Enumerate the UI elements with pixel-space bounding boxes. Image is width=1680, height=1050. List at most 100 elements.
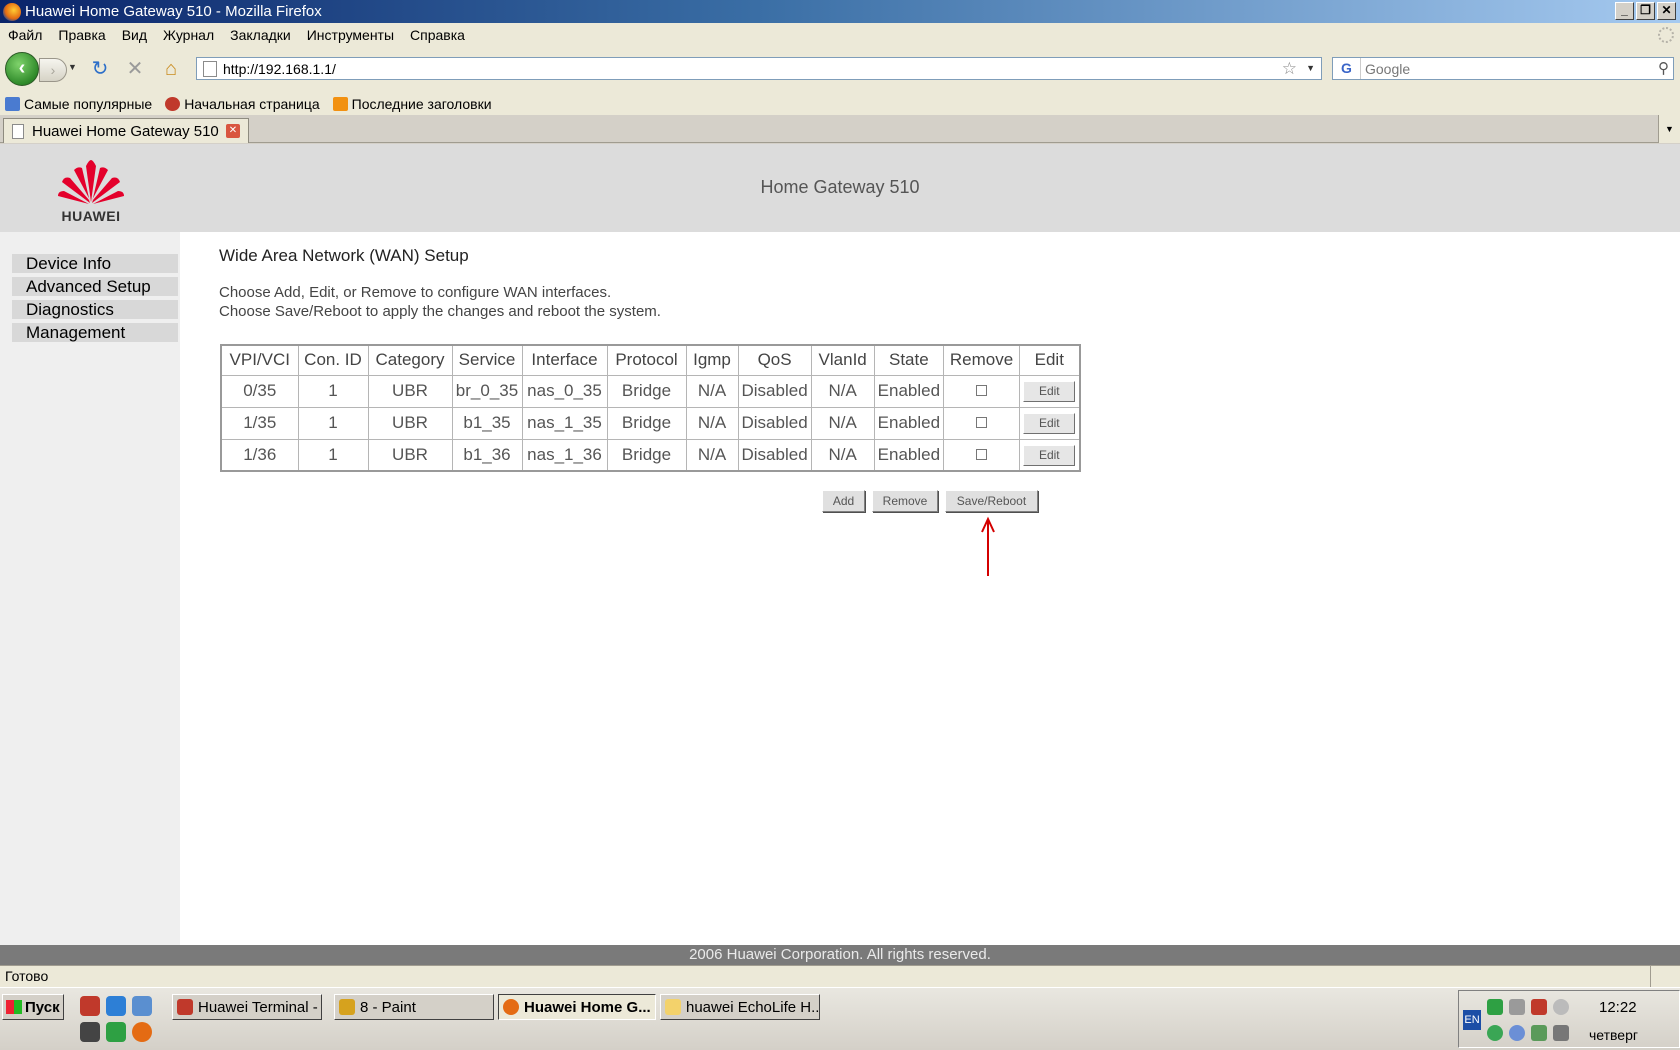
firefox-quicklaunch-icon[interactable] (132, 1022, 152, 1042)
window-controls: _ ❐ ✕ (1615, 2, 1676, 20)
url-text[interactable]: http://192.168.1.1/ (223, 61, 336, 77)
minimize-icon[interactable]: _ (1615, 2, 1634, 20)
column-header: QoS (737, 344, 812, 376)
clock-tray-icon[interactable] (1553, 999, 1569, 1015)
column-header: State (873, 344, 945, 376)
column-header: VPI/VCI (220, 344, 299, 376)
taskbar-item-firefox[interactable]: Huawei Home G... (498, 994, 656, 1020)
bookmark-latest-headlines[interactable]: Последние заголовки (332, 96, 492, 112)
terminal-quicklaunch-icon[interactable] (80, 1022, 100, 1042)
instruction-line: Choose Save/Reboot to apply the changes … (219, 303, 661, 320)
cell-vlan-id: N/A (810, 406, 875, 440)
cell-edit: Edit (1019, 406, 1081, 440)
volume-icon[interactable] (1509, 999, 1525, 1015)
cell-protocol: Bridge (606, 374, 687, 408)
windows-taskbar: Пуск Huawei Terminal - ... 8 - Paint Hua… (0, 987, 1680, 1050)
cell-category: UBR (367, 374, 453, 408)
add-button[interactable]: Add (822, 490, 865, 512)
remove-button[interactable]: Remove (872, 490, 938, 512)
sidebar-item-diagnostics[interactable]: Diagnostics (12, 300, 178, 319)
menu-history[interactable]: Журнал (155, 27, 222, 43)
menu-tools[interactable]: Инструменты (299, 27, 402, 43)
close-icon[interactable]: ✕ (1657, 2, 1676, 20)
search-icon[interactable]: ⚲ (1658, 59, 1669, 77)
language-indicator[interactable]: EN (1463, 1010, 1481, 1030)
cell-state: Enabled (873, 438, 945, 472)
menu-view[interactable]: Вид (114, 27, 155, 43)
task-label: Huawei Terminal - ... (198, 998, 322, 1016)
menu-file[interactable]: Файл (0, 27, 50, 43)
sidebar-item-management[interactable]: Management (12, 323, 178, 342)
address-bar[interactable]: http://192.168.1.1/ ☆ ▼ (196, 57, 1322, 80)
search-placeholder[interactable]: Google (1365, 61, 1410, 77)
copyright-footer: 2006 Huawei Corporation. All rights rese… (0, 945, 1680, 965)
taskbar-item-paint[interactable]: 8 - Paint (334, 994, 494, 1020)
stop-icon[interactable]: ✕ (123, 57, 147, 81)
sidebar-item-advanced-setup[interactable]: Advanced Setup (12, 277, 178, 296)
resize-grip-icon[interactable] (1650, 966, 1680, 987)
menu-bookmarks[interactable]: Закладки (222, 27, 299, 43)
url-dropdown-icon[interactable]: ▼ (1306, 58, 1315, 79)
router-sidebar: Device Info Advanced Setup Diagnostics M… (0, 232, 180, 945)
edit-button[interactable]: Edit (1023, 444, 1076, 466)
tab-label: Huawei Home Gateway 510 (32, 122, 219, 140)
router-header: HUAWEI Home Gateway 510 (0, 144, 1680, 232)
cell-edit: Edit (1019, 374, 1081, 408)
cell-service: b1_35 (451, 406, 523, 440)
utorrent-tray-icon[interactable] (1487, 999, 1503, 1015)
table-header-row: VPI/VCI Con. ID Category Service Interfa… (220, 344, 1081, 376)
remove-checkbox[interactable] (976, 417, 988, 428)
start-label: Пуск (25, 998, 60, 1016)
utorrent-quicklaunch-icon[interactable] (106, 1022, 126, 1042)
remove-checkbox[interactable] (976, 448, 988, 460)
menu-bar: Файл Правка Вид Журнал Закладки Инструме… (0, 23, 1680, 47)
list-all-tabs-icon[interactable]: ▼ (1658, 115, 1680, 143)
google-icon[interactable]: G (1333, 58, 1361, 79)
history-dropdown-icon[interactable]: ▼ (68, 62, 77, 72)
edit-button[interactable]: Edit (1023, 413, 1076, 434)
back-button[interactable]: ‹ (5, 52, 39, 86)
icq-icon[interactable] (1487, 1025, 1503, 1041)
paint-icon (339, 999, 355, 1015)
cell-igmp: N/A (685, 406, 739, 440)
menu-help[interactable]: Справка (402, 27, 473, 43)
menu-edit[interactable]: Правка (50, 27, 113, 43)
explorer-quicklaunch-icon[interactable] (132, 996, 152, 1016)
taskbar-item-opera[interactable]: Huawei Terminal - ... (172, 994, 322, 1020)
bookmark-most-visited[interactable]: Самые популярные (5, 96, 152, 112)
bookmark-start-page[interactable]: Начальная страница (165, 96, 320, 112)
forward-button[interactable]: › (39, 58, 67, 82)
sidebar-item-device-info[interactable]: Device Info (12, 254, 178, 273)
bookmark-label: Самые популярные (24, 96, 153, 112)
opera-quicklaunch-icon[interactable] (80, 996, 100, 1016)
home-icon[interactable]: ⌂ (159, 57, 183, 81)
safely-remove-hardware-icon[interactable] (1531, 1025, 1547, 1041)
cell-interface: nas_1_36 (521, 438, 608, 472)
start-button[interactable]: Пуск (2, 994, 64, 1020)
annotation-arrow-icon (981, 516, 995, 576)
column-header: Edit (1019, 344, 1081, 376)
clock-time[interactable]: 12:22 (1599, 999, 1637, 1016)
wan-interfaces-table: VPI/VCI Con. ID Category Service Interfa… (220, 344, 1081, 472)
close-tab-icon[interactable]: ✕ (226, 124, 240, 138)
update-tray-icon[interactable] (1509, 1025, 1525, 1041)
restore-icon[interactable]: ❐ (1636, 2, 1655, 20)
navigation-toolbar: ‹ › ▼ ↻ ✕ ⌂ http://192.168.1.1/ ☆ ▼ G Go… (0, 47, 1680, 93)
reload-icon[interactable]: ↻ (88, 57, 112, 81)
search-bar[interactable]: G Google ⚲ (1332, 57, 1674, 80)
ie-quicklaunch-icon[interactable] (106, 996, 126, 1016)
tab-huawei-gateway[interactable]: Huawei Home Gateway 510 ✕ (3, 118, 249, 143)
network-disconnected-icon[interactable] (1531, 999, 1547, 1015)
column-header: Igmp (685, 344, 739, 376)
save-reboot-button[interactable]: Save/Reboot (945, 490, 1038, 512)
table-row: 0/35 1 UBR br_0_35 nas_0_35 Bridge N/A D… (220, 374, 1081, 408)
firefox-icon (3, 2, 21, 21)
remove-checkbox[interactable] (976, 385, 988, 396)
window-title: Huawei Home Gateway 510 - Mozilla Firefo… (25, 3, 322, 20)
cell-remove (943, 406, 1021, 440)
edit-button[interactable]: Edit (1023, 381, 1076, 402)
display-tray-icon[interactable] (1553, 1025, 1569, 1041)
cell-category: UBR (367, 406, 453, 440)
bookmark-star-icon[interactable]: ☆ (1282, 58, 1297, 79)
taskbar-item-folder[interactable]: huawei EchoLife H... (660, 994, 820, 1020)
